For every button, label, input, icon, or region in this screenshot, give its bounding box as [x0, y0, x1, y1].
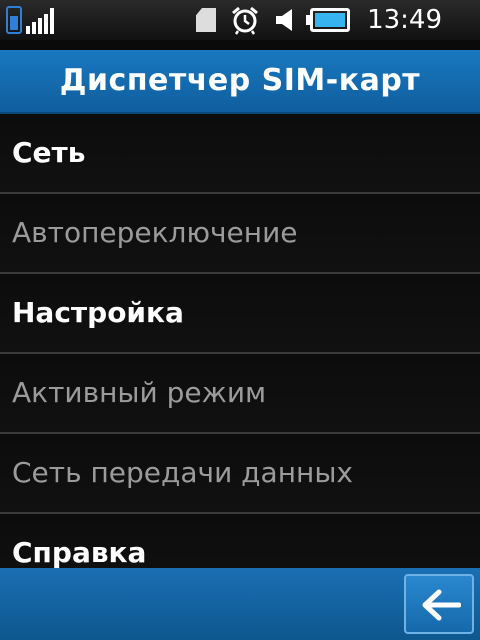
- sd-card-icon: [196, 8, 216, 32]
- menu-item-label: Справка: [12, 536, 147, 568]
- menu-item-network[interactable]: Сеть: [0, 114, 480, 194]
- alarm-icon: [230, 5, 260, 35]
- sim-signal-icon: [6, 6, 54, 34]
- speaker-icon: [274, 7, 296, 33]
- signal-strength-icon: [26, 8, 54, 34]
- menu-item-auto-switch: Автопереключение: [0, 194, 480, 274]
- phone-screen: 13:49 Диспетчер SIM-карт Сеть Автоперекл…: [0, 0, 480, 640]
- menu-item-label: Настройка: [12, 296, 184, 329]
- menu-item-label: Автопереключение: [12, 216, 298, 249]
- back-arrow-icon: [422, 589, 461, 621]
- status-time: 13:49: [367, 5, 442, 35]
- menu-item-active-mode: Активный режим: [0, 354, 480, 434]
- menu-item-label: Сеть: [12, 136, 86, 169]
- battery-icon: [306, 8, 350, 32]
- status-bar: 13:49: [0, 0, 480, 40]
- bottom-bar: [0, 568, 480, 640]
- page-title: Диспетчер SIM-карт: [59, 63, 421, 98]
- menu-item-help[interactable]: Справка: [0, 514, 480, 568]
- menu-list: Сеть Автопереключение Настройка Активный…: [0, 114, 480, 568]
- title-bar: Диспетчер SIM-карт: [0, 50, 480, 114]
- menu-item-data-network: Сеть передачи данных: [0, 434, 480, 514]
- sim-indicator-icon: [6, 6, 22, 34]
- menu-item-label: Сеть передачи данных: [12, 456, 353, 489]
- back-button[interactable]: [404, 574, 474, 634]
- menu-item-label: Активный режим: [12, 376, 267, 409]
- menu-item-settings[interactable]: Настройка: [0, 274, 480, 354]
